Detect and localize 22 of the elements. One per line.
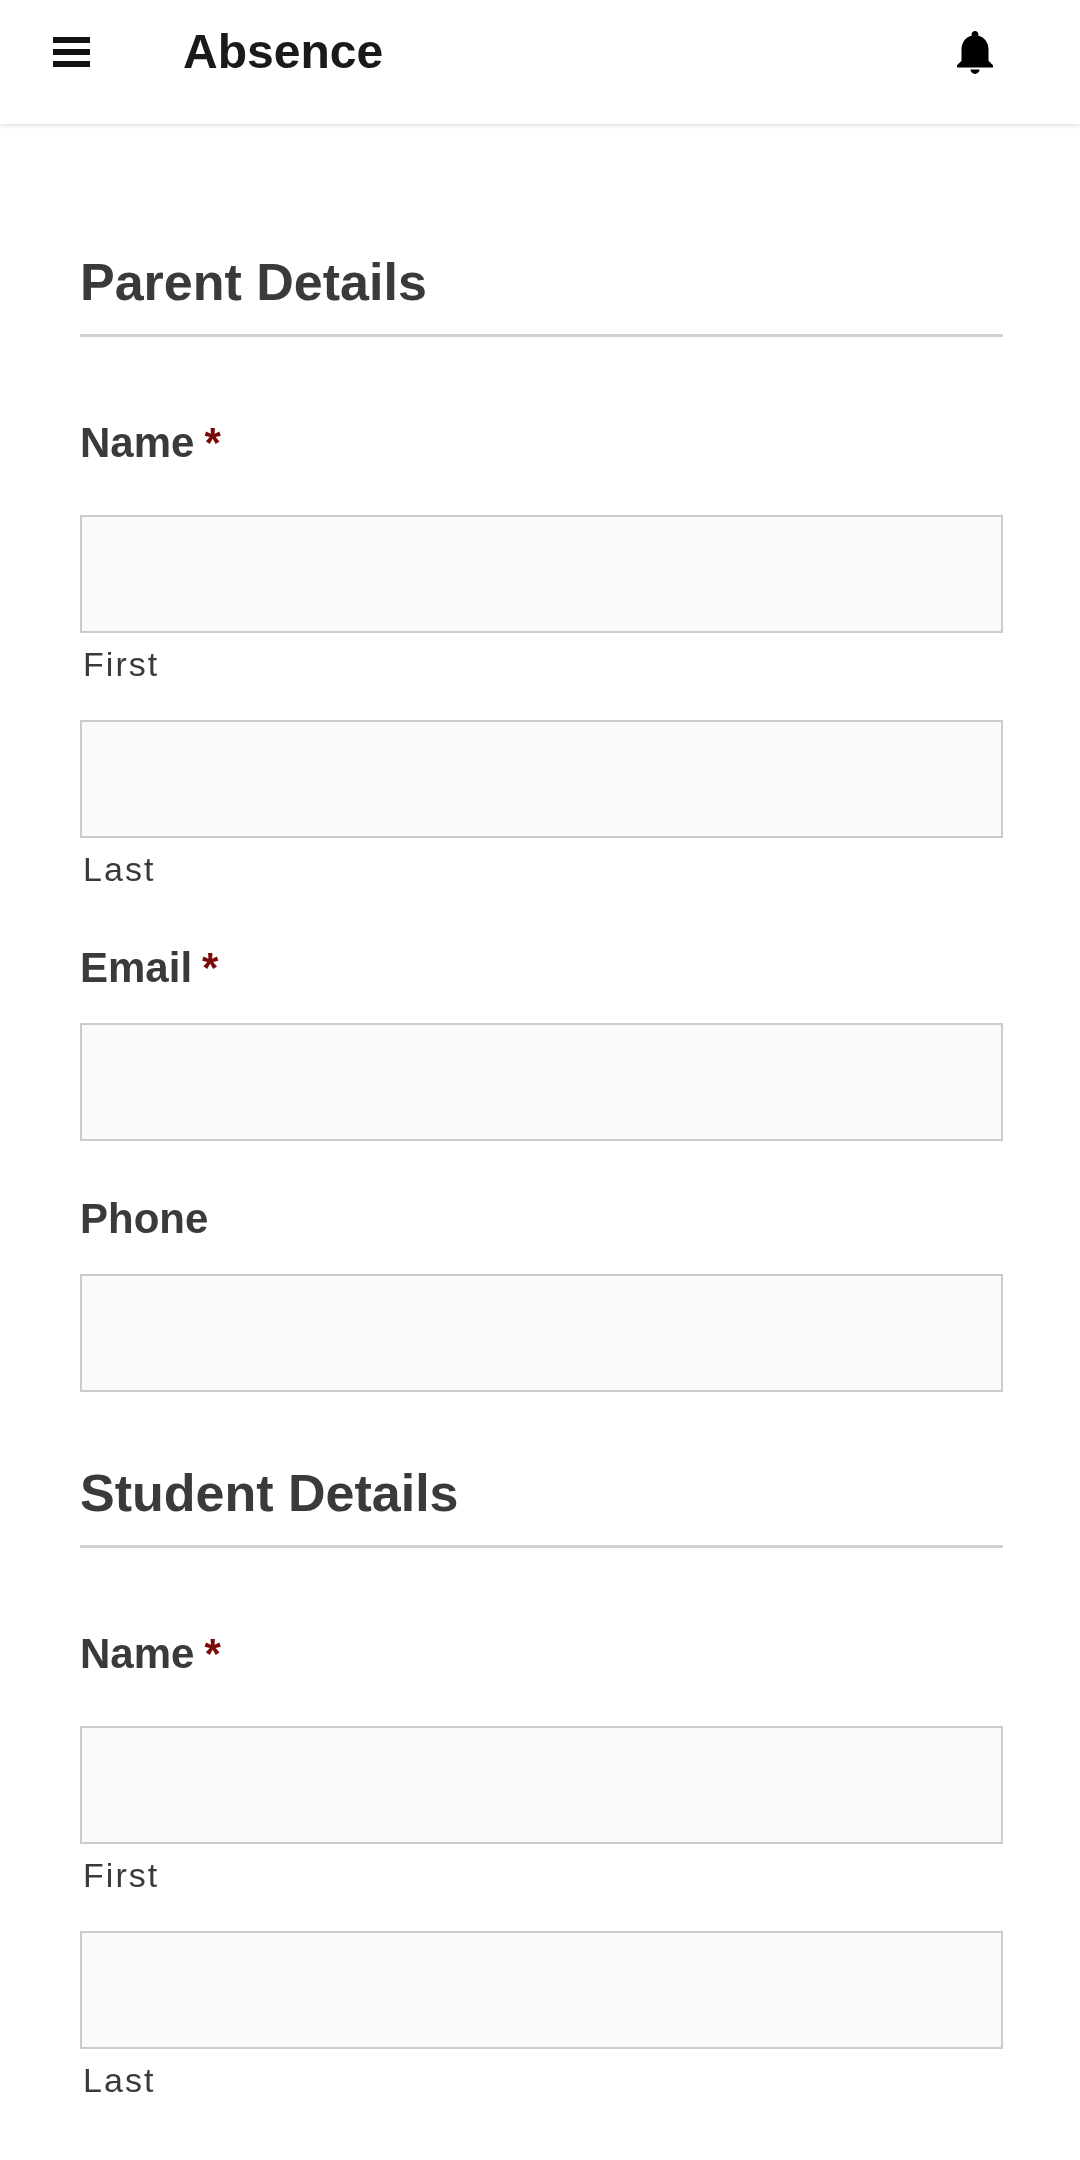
required-mark: * xyxy=(204,1629,221,1679)
input-field[interactable] xyxy=(80,720,1003,838)
required-mark: * xyxy=(202,943,219,993)
section-heading: Student Details xyxy=(80,1463,459,1524)
input-field[interactable] xyxy=(80,1274,1003,1392)
input-field[interactable] xyxy=(80,1023,1003,1141)
input-field[interactable] xyxy=(80,515,1003,633)
field-label: Name xyxy=(80,418,195,468)
field-label: Email xyxy=(80,943,193,993)
field-sublabel: First xyxy=(82,1855,160,1896)
field-sublabel: Last xyxy=(82,2060,156,2101)
field-sublabel: First xyxy=(82,644,160,685)
bell-icon[interactable] xyxy=(957,30,993,74)
field-sublabel: Last xyxy=(82,849,156,890)
required-mark: * xyxy=(204,418,221,468)
field-label: Name xyxy=(80,1629,195,1679)
app-title: Absence xyxy=(183,28,384,76)
input-field[interactable] xyxy=(80,1931,1003,2049)
section-heading: Parent Details xyxy=(80,252,427,313)
menu-icon[interactable] xyxy=(53,37,90,67)
input-field[interactable] xyxy=(80,1726,1003,1844)
field-label: Phone xyxy=(80,1194,209,1244)
